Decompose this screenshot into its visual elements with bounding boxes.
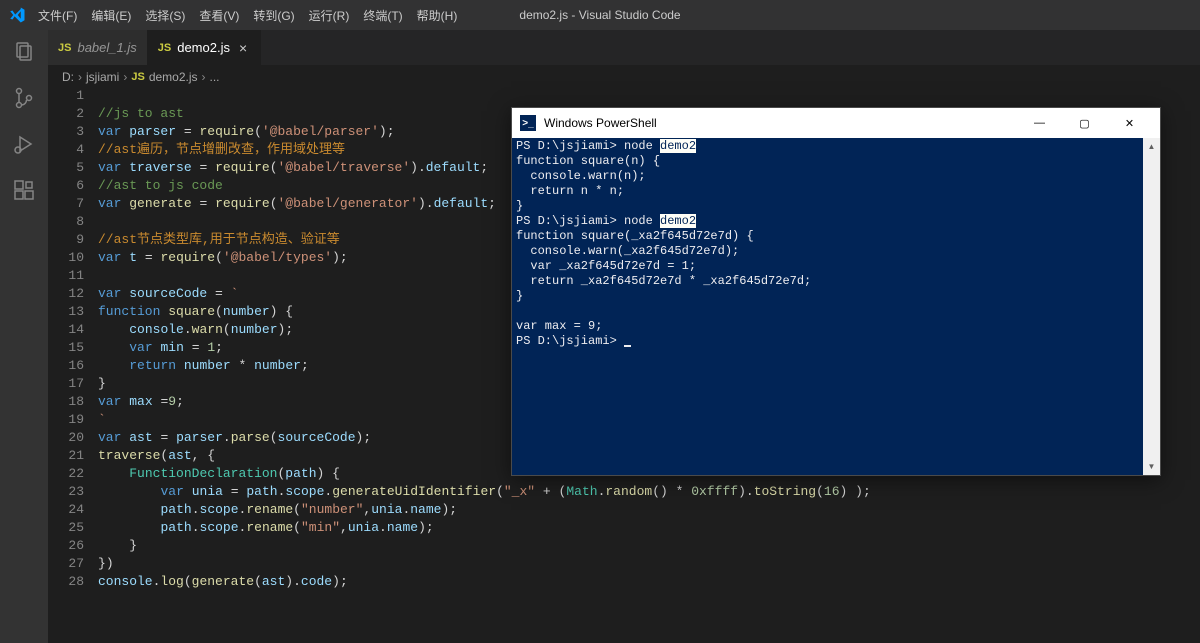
menu-file[interactable]: 文件(F) bbox=[38, 7, 77, 24]
tab-demo2[interactable]: JS demo2.js × bbox=[148, 30, 261, 65]
source-control-icon[interactable] bbox=[12, 86, 36, 110]
menu-goto[interactable]: 转到(G) bbox=[253, 7, 294, 24]
close-button[interactable]: ✕ bbox=[1107, 109, 1152, 138]
extensions-icon[interactable] bbox=[12, 178, 36, 202]
titlebar: 文件(F) 编辑(E) 选择(S) 查看(V) 转到(G) 运行(R) 终端(T… bbox=[0, 0, 1200, 30]
activity-bar bbox=[0, 30, 48, 643]
menu-view[interactable]: 查看(V) bbox=[199, 7, 239, 24]
chevron-right-icon: › bbox=[78, 70, 82, 84]
menu-terminal[interactable]: 终端(T) bbox=[363, 7, 402, 24]
powershell-output[interactable]: PS D:\jsjiami> node demo2function square… bbox=[512, 138, 1160, 475]
breadcrumb-segment[interactable]: demo2.js bbox=[149, 70, 198, 84]
menu-run[interactable]: 运行(R) bbox=[309, 7, 350, 24]
powershell-title: Windows PowerShell bbox=[544, 116, 657, 130]
scrollbar[interactable]: ▲ ▼ bbox=[1143, 138, 1160, 475]
chevron-right-icon: › bbox=[123, 70, 127, 84]
chevron-right-icon: › bbox=[202, 70, 206, 84]
breadcrumb-segment[interactable]: D: bbox=[62, 70, 74, 84]
menu-bar: 文件(F) 编辑(E) 选择(S) 查看(V) 转到(G) 运行(R) 终端(T… bbox=[38, 7, 457, 24]
run-debug-icon[interactable] bbox=[12, 132, 36, 156]
scrollbar-track[interactable] bbox=[1143, 155, 1160, 458]
vscode-logo-icon bbox=[8, 6, 26, 24]
powershell-window[interactable]: >_ Windows PowerShell — ▢ ✕ PS D:\jsjiam… bbox=[511, 107, 1161, 476]
tab-label: babel_1.js bbox=[77, 40, 136, 55]
scroll-up-icon[interactable]: ▲ bbox=[1143, 138, 1160, 155]
line-number-gutter: 1234567891011121314151617181920212223242… bbox=[48, 87, 98, 643]
scroll-down-icon[interactable]: ▼ bbox=[1143, 458, 1160, 475]
explorer-icon[interactable] bbox=[12, 40, 36, 64]
powershell-titlebar[interactable]: >_ Windows PowerShell — ▢ ✕ bbox=[512, 108, 1160, 138]
minimize-button[interactable]: — bbox=[1017, 109, 1062, 138]
breadcrumb-segment[interactable]: jsjiami bbox=[86, 70, 119, 84]
close-icon[interactable]: × bbox=[236, 40, 250, 56]
tab-label: demo2.js bbox=[177, 40, 230, 55]
js-file-icon: JS bbox=[131, 71, 144, 83]
powershell-icon: >_ bbox=[520, 115, 536, 131]
menu-edit[interactable]: 编辑(E) bbox=[91, 7, 131, 24]
maximize-button[interactable]: ▢ bbox=[1062, 109, 1107, 138]
js-file-icon: JS bbox=[158, 42, 171, 54]
window-title: demo2.js - Visual Studio Code bbox=[519, 8, 680, 22]
menu-select[interactable]: 选择(S) bbox=[145, 7, 185, 24]
js-file-icon: JS bbox=[58, 42, 71, 54]
tab-babel1[interactable]: JS babel_1.js bbox=[48, 30, 148, 65]
menu-help[interactable]: 帮助(H) bbox=[417, 7, 458, 24]
tab-bar: JS babel_1.js JS demo2.js × bbox=[48, 30, 1200, 65]
breadcrumb-segment[interactable]: ... bbox=[210, 70, 220, 84]
breadcrumb[interactable]: D: › jsjiami › JS demo2.js › ... bbox=[48, 65, 1200, 87]
